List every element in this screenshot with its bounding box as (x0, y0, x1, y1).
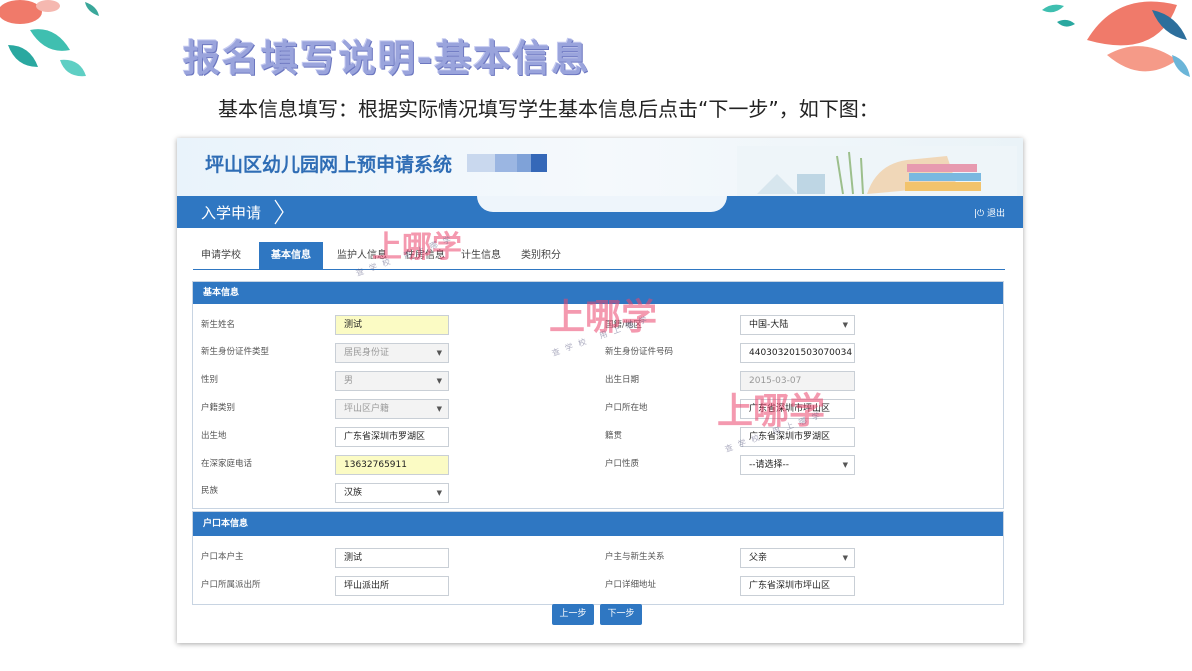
gender-label: 性别 (201, 375, 219, 385)
slide-title: 报名填写说明-基本信息 (183, 37, 591, 80)
ethnicity-value: 汉族 (344, 488, 363, 498)
gender-select[interactable]: 男 ▼ (335, 371, 449, 391)
birthplace-input[interactable]: 广东省深圳市罗湖区 (335, 427, 449, 447)
power-icon: |⏻ (973, 209, 987, 219)
id-type-label: 新生身份证件类型 (201, 347, 270, 357)
blurred-logo (467, 154, 557, 172)
relation-label: 户主与新生关系 (605, 552, 665, 562)
tab-bar: 申请学校 基本信息 监护人信息 住房信息 计生信息 类别积分 (193, 242, 1005, 270)
relation-select[interactable]: 父亲 ▼ (740, 548, 855, 568)
address-input[interactable]: 广东省深圳市坪山区 (740, 576, 855, 596)
hukou-type-value: 坪山区户籍 (344, 404, 390, 414)
tab-apply-school[interactable]: 申请学校 (193, 242, 249, 269)
householder-label: 户口本户主 (201, 552, 244, 562)
nav-title: 入学申请 (201, 204, 262, 222)
id-number-input[interactable]: 440303201503070034 (740, 343, 855, 363)
police-station-label: 户口所属派出所 (201, 580, 261, 590)
hukou-type-select[interactable]: 坪山区户籍 ▼ (335, 399, 449, 419)
address-label: 户口详细地址 (605, 580, 657, 590)
hukou-location-label: 户口所在地 (605, 403, 648, 413)
dropdown-arrow-icon: ▼ (842, 321, 848, 329)
hukou-info-panel: 户口本信息 (192, 511, 1004, 605)
leaf-decoration-top-left (0, 0, 110, 90)
student-name-input[interactable]: 测试 (335, 315, 449, 335)
police-station-input[interactable]: 坪山派出所 (335, 576, 449, 596)
ethnicity-label: 民族 (201, 486, 219, 496)
chevron-right-icon (274, 199, 284, 225)
student-name-label: 新生姓名 (201, 320, 236, 330)
hukou-nature-label: 户口性质 (605, 459, 640, 469)
hukou-type-label: 户籍类别 (201, 403, 236, 413)
tab-basic-info[interactable]: 基本信息 (259, 242, 323, 269)
phone-label: 在深家庭电话 (201, 459, 253, 469)
tab-family-planning[interactable]: 计生信息 (455, 242, 507, 269)
logout-link[interactable]: |⏻ 退出 (974, 206, 1005, 219)
region-value: 中国-大陆 (749, 320, 789, 330)
dropdown-arrow-icon: ▼ (436, 377, 442, 385)
slide-instruction: 基本信息填写：根据实际情况填写学生基本信息后点击“下一步”，如下图： (218, 97, 879, 121)
system-title: 坪山区幼儿园网上预申请系统 (205, 154, 453, 176)
dropdown-arrow-icon: ▼ (436, 349, 442, 357)
prev-step-button[interactable]: 上一步 (552, 604, 594, 625)
dropdown-arrow-icon: ▼ (842, 554, 848, 562)
dropdown-arrow-icon: ▼ (842, 461, 848, 469)
tab-category-points[interactable]: 类别积分 (513, 242, 569, 269)
app-screenshot: 坪山区幼儿园网上预申请系统 入学申请 |⏻ 退出 申请学校 基本信息 监护人信息… (177, 138, 1023, 643)
banner-illustration (737, 146, 1017, 198)
id-number-label: 新生身份证件号码 (605, 347, 674, 357)
hukou-info-heading: 户口本信息 (193, 512, 1003, 536)
id-type-select[interactable]: 居民身份证 ▼ (335, 343, 449, 363)
relation-value: 父亲 (749, 553, 768, 563)
id-type-value: 居民身份证 (344, 348, 390, 358)
dropdown-arrow-icon: ▼ (436, 489, 442, 497)
householder-input[interactable]: 测试 (335, 548, 449, 568)
hukou-nature-select[interactable]: --请选择-- ▼ (740, 455, 855, 475)
phone-input[interactable]: 13632765911 (335, 455, 449, 475)
birth-date-label: 出生日期 (605, 375, 640, 385)
native-place-label: 籍贯 (605, 431, 623, 441)
next-step-button[interactable]: 下一步 (600, 604, 642, 625)
leaf-decoration-top-right (1012, 0, 1192, 90)
nav-notch (477, 196, 727, 212)
gender-value: 男 (344, 376, 354, 386)
app-banner: 坪山区幼儿园网上预申请系统 (177, 138, 1023, 198)
region-select[interactable]: 中国-大陆 ▼ (740, 315, 855, 335)
logout-label: 退出 (986, 209, 1005, 219)
hukou-nature-value: --请选择-- (749, 460, 789, 470)
ethnicity-select[interactable]: 汉族 ▼ (335, 483, 449, 503)
birthplace-label: 出生地 (201, 431, 227, 441)
dropdown-arrow-icon: ▼ (436, 405, 442, 413)
